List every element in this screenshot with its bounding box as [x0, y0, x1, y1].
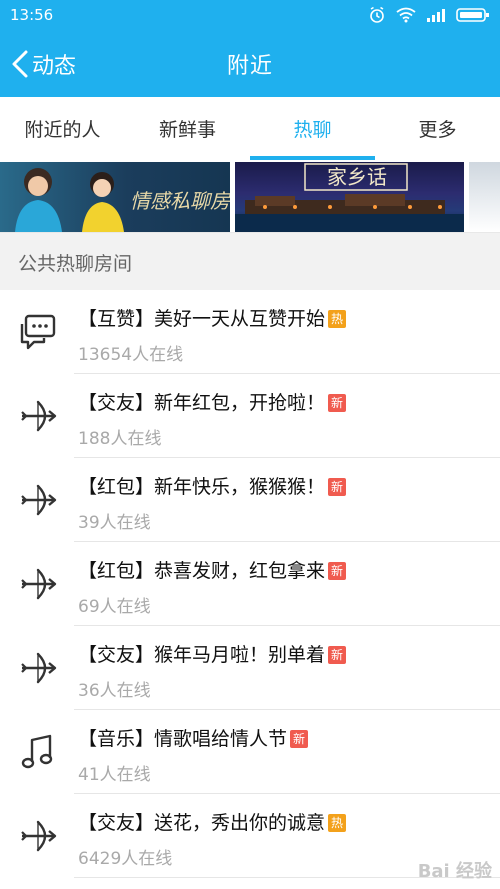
battery-icon: [456, 8, 489, 22]
new-badge: 新: [328, 478, 347, 496]
room-title-line: 【交友】新年红包，开抢啦！新: [78, 388, 347, 415]
room-title: 【红包】新年快乐，猴猴猴！: [78, 476, 326, 498]
room-row[interactable]: 【交友】猴年马月啦！别单着新 36人在线: [0, 626, 500, 710]
alarm-icon: [370, 6, 384, 23]
room-list: 【互赞】美好一天从互赞开始热 13654人在线 【交友】新年红包，开抢啦！新 188人…: [0, 290, 500, 878]
nav-bar: 动态 附近: [0, 30, 500, 97]
room-online-count: 41人在线: [78, 765, 151, 785]
cupid-arrow-icon: [18, 564, 58, 604]
room-title-line: 【交友】猴年马月啦！别单着新: [78, 640, 347, 667]
room-title-line: 【交友】送花，秀出你的诚意热: [78, 808, 347, 835]
room-title-line: 【互赞】美好一天从互赞开始热: [78, 304, 347, 331]
banner-private-chat[interactable]: 情感私聊房: [0, 162, 230, 232]
watermark-logo: Bai 经验: [417, 861, 492, 882]
room-title: 【互赞】美好一天从互赞开始: [78, 308, 326, 330]
new-badge: 新: [328, 562, 347, 580]
room-row[interactable]: 【交友】新年红包，开抢啦！新 188人在线: [0, 374, 500, 458]
room-title: 【交友】猴年马月啦！别单着: [78, 644, 326, 666]
cupid-arrow-icon: [18, 648, 58, 688]
tab-bar: 附近的人 新鲜事 热聊 更多: [0, 97, 500, 161]
signal-icon: [427, 9, 445, 22]
room-title: 【交友】新年红包，开抢啦！: [78, 392, 326, 414]
room-online-count: 13654人在线: [78, 345, 184, 365]
room-row[interactable]: 【红包】恭喜发财，红包拿来新 69人在线: [0, 542, 500, 626]
room-online-count: 39人在线: [78, 513, 151, 533]
banner-carousel: 情感私聊房 家乡话: [0, 160, 500, 232]
room-title: 【交友】送花，秀出你的诚意: [78, 812, 326, 834]
room-title-line: 【红包】新年快乐，猴猴猴！新: [78, 472, 347, 499]
section-header: 公共热聊房间: [0, 232, 500, 291]
banner-partial[interactable]: [469, 162, 500, 232]
page-title: 附近: [226, 54, 273, 79]
wifi-icon: [396, 7, 416, 23]
room-row[interactable]: 【音乐】情歌唱给情人节新 41人在线: [0, 710, 500, 794]
banner-image: 家乡话: [235, 163, 464, 232]
cupid-arrow-icon: [18, 396, 58, 436]
banner-hometown-dialect[interactable]: 家乡话: [235, 162, 464, 232]
hot-badge: 热: [328, 814, 347, 832]
status-icons: [368, 6, 490, 24]
room-row[interactable]: 【互赞】美好一天从互赞开始热 13654人在线: [0, 290, 500, 374]
new-badge: 新: [328, 646, 347, 664]
room-online-count: 36人在线: [78, 681, 151, 701]
section-title: 公共热聊房间: [18, 253, 133, 275]
room-online-count: 69人在线: [78, 597, 151, 617]
status-time: 13:56: [10, 6, 54, 24]
cupid-arrow-icon: [18, 816, 58, 856]
top-bar: 13:56 动态 附近: [0, 0, 500, 97]
cupid-arrow-icon: [18, 480, 58, 520]
room-title: 【红包】恭喜发财，红包拿来: [78, 560, 326, 582]
chat-bubble-icon: [18, 312, 58, 352]
tab-nearby-people[interactable]: 附近的人: [0, 97, 125, 160]
tab-fresh-news[interactable]: 新鲜事: [125, 97, 250, 160]
room-online-count: 188人在线: [78, 429, 162, 449]
room-title-line: 【红包】恭喜发财，红包拿来新: [78, 556, 347, 583]
hot-badge: 热: [328, 310, 347, 328]
new-badge: 新: [290, 730, 309, 748]
music-note-icon: [18, 732, 58, 772]
banner-image: 情感私聊房: [15, 168, 230, 232]
new-badge: 新: [328, 394, 347, 412]
room-row[interactable]: 【红包】新年快乐，猴猴猴！新 39人在线: [0, 458, 500, 542]
tab-more[interactable]: 更多: [375, 97, 500, 160]
room-title-line: 【音乐】情歌唱给情人节新: [78, 724, 309, 751]
banner-text: 家乡话: [327, 165, 387, 189]
room-title: 【音乐】情歌唱给情人节: [78, 728, 288, 750]
banner-text: 情感私聊房: [130, 189, 230, 213]
room-online-count: 6429人在线: [78, 849, 173, 869]
tab-hot-chat[interactable]: 热聊: [250, 97, 375, 160]
status-bar: 13:56: [0, 0, 500, 30]
